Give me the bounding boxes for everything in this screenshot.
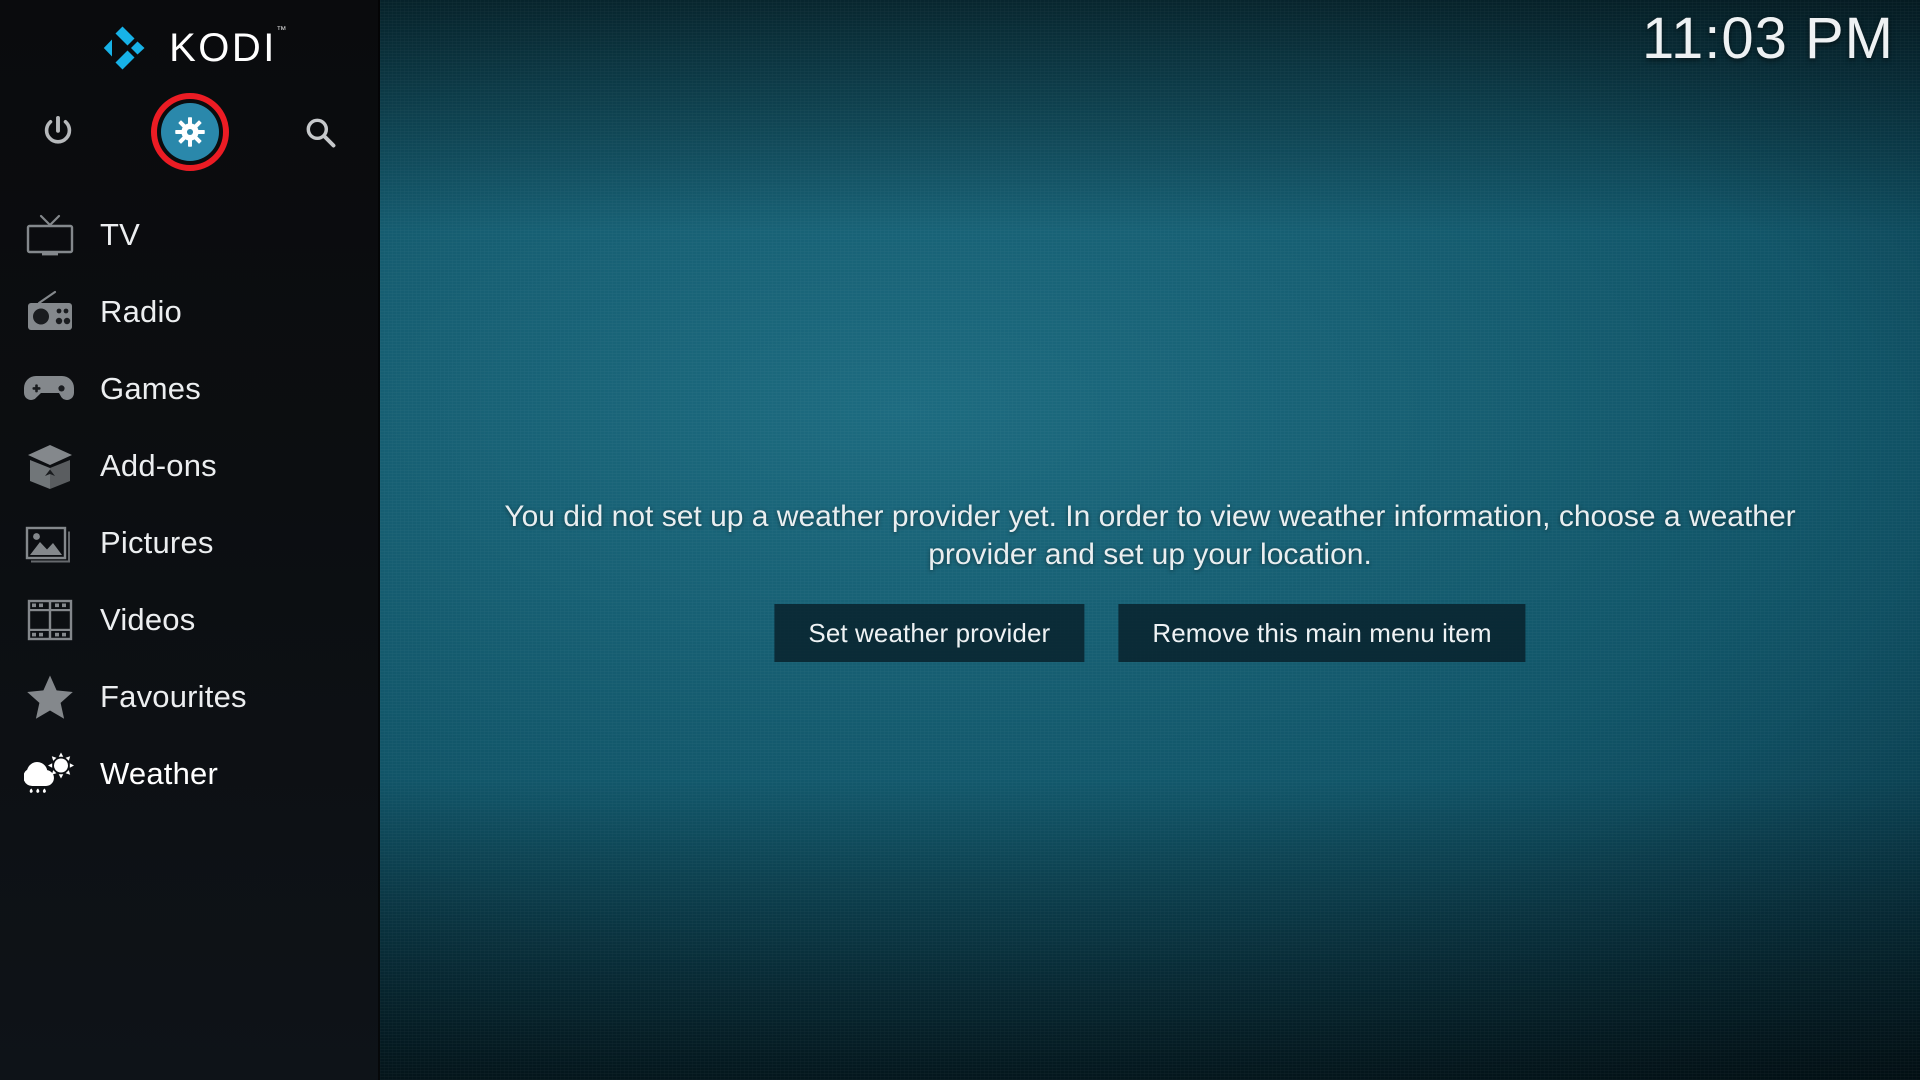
kodi-wordmark: KODI ™ [169,26,286,70]
set-weather-provider-button[interactable]: Set weather provider [774,604,1085,662]
gamepad-icon [14,360,86,418]
radio-icon [14,283,86,341]
sidebar-item-games[interactable]: Games [0,350,380,427]
filmstrip-icon [14,591,86,649]
sidebar-menu: TV Radio Games Add-ons Pictures Videos F… [0,196,380,812]
kodi-diamond-logo-icon [103,23,153,73]
sidebar-item-label: Favourites [100,679,247,714]
weather-icon [14,745,86,803]
star-icon [14,668,86,726]
box-icon [14,437,86,495]
clock: 11:03 PM [1642,6,1894,71]
remove-main-menu-item-button[interactable]: Remove this main menu item [1118,604,1526,662]
sidebar-item-radio[interactable]: Radio [0,273,380,350]
sidebar-item-label: TV [100,217,141,252]
sidebar-item-weather[interactable]: Weather [0,735,380,812]
sidebar-top-actions [0,92,380,172]
action-button-row: Set weather provider Remove this main me… [774,604,1526,662]
power-button[interactable] [18,92,98,172]
kodi-home-screen: 11:03 PM You did not set up a weather pr… [0,0,1920,1080]
sidebar-item-label: Videos [100,602,196,637]
sidebar-item-videos[interactable]: Videos [0,581,380,658]
gear-icon [175,117,205,147]
tv-icon [14,206,86,264]
main-content: You did not set up a weather provider ye… [380,0,1920,1080]
sidebar-item-favourites[interactable]: Favourites [0,658,380,735]
trademark-symbol: ™ [276,25,289,36]
kodi-logo: KODI ™ [0,12,380,84]
settings-button[interactable] [150,92,230,172]
search-button[interactable] [280,92,360,172]
weather-setup-message: You did not set up a weather provider ye… [504,500,1796,572]
sidebar-item-label: Weather [100,756,218,791]
sidebar-item-label: Games [100,371,201,406]
settings-disc [161,103,219,161]
picture-icon [14,514,86,572]
sidebar-item-add-ons[interactable]: Add-ons [0,427,380,504]
sidebar-item-label: Radio [100,294,182,329]
power-icon [44,115,72,144]
sidebar-item-label: Pictures [100,525,214,560]
sidebar-item-label: Add-ons [100,448,217,483]
kodi-wordmark-text: KODI [169,26,277,70]
sidebar-item-tv[interactable]: TV [0,196,380,273]
sidebar-item-pictures[interactable]: Pictures [0,504,380,581]
search-icon [306,118,336,148]
sidebar: KODI ™ TV Radio Games Add-ons Pictures V… [0,0,380,1080]
